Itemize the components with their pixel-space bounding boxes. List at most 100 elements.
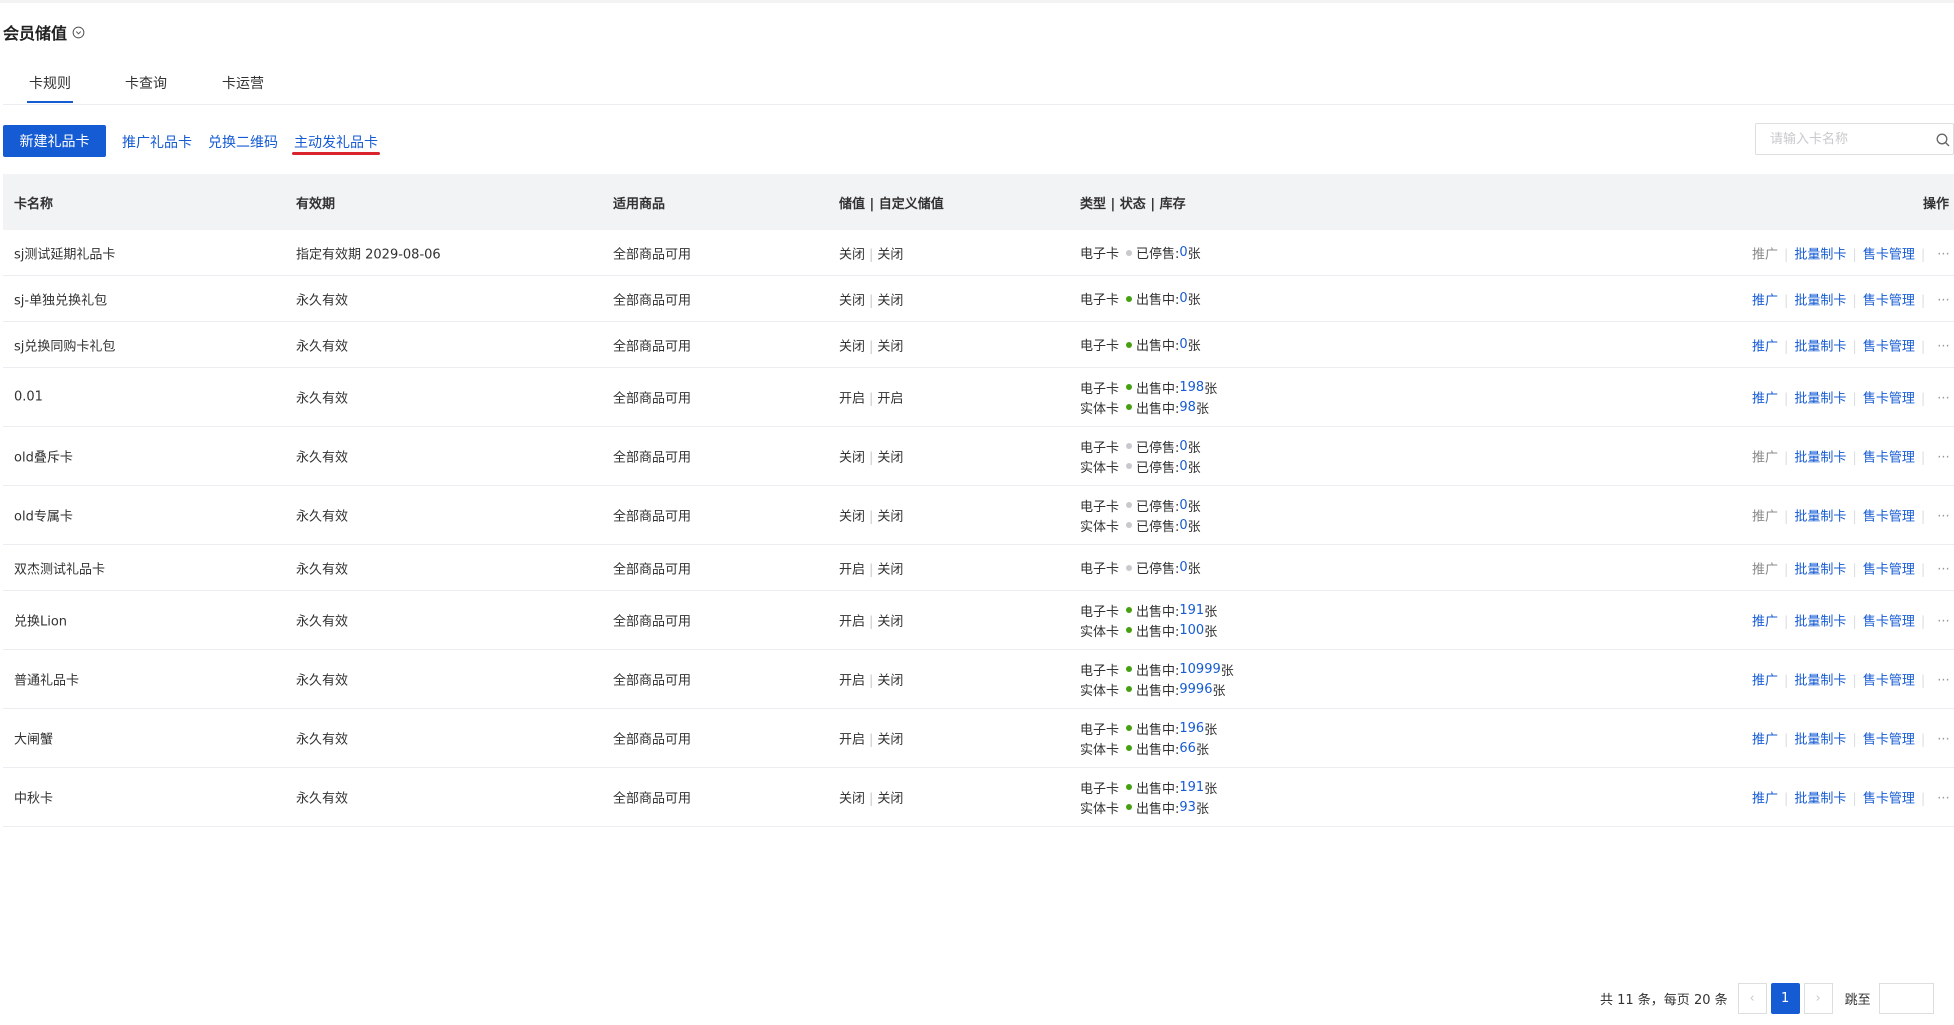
divider: | <box>1852 450 1857 466</box>
card-stock[interactable]: 98 <box>1179 400 1196 415</box>
row-actions: 推广 | 批量制卡 | 售卡管理 | ··· <box>1752 558 1950 577</box>
card-stock[interactable]: 100 <box>1179 623 1204 638</box>
more-actions-icon[interactable]: ··· <box>1937 510 1949 525</box>
card-stock-unit: 张 <box>1195 401 1209 417</box>
sale-manage-action[interactable]: 售卡管理 <box>1863 451 1915 466</box>
more-actions-icon[interactable]: ··· <box>1937 451 1949 466</box>
header-store-value: 储值 | 自定义储值 <box>839 197 944 212</box>
more-actions-icon[interactable]: ··· <box>1937 339 1949 354</box>
card-kind: 电子卡 <box>1080 339 1120 354</box>
batch-make-card-action[interactable]: 批量制卡 <box>1794 674 1846 689</box>
sale-manage-action[interactable]: 售卡管理 <box>1863 674 1915 689</box>
promote-action[interactable]: 推广 <box>1752 392 1778 407</box>
promote-action[interactable]: 推广 <box>1752 562 1778 577</box>
more-actions-icon[interactable]: ··· <box>1937 562 1949 577</box>
more-actions-icon[interactable]: ··· <box>1937 674 1949 689</box>
card-stock[interactable]: 196 <box>1179 721 1204 736</box>
promote-action[interactable]: 推广 <box>1752 733 1778 748</box>
promote-action[interactable]: 推广 <box>1752 510 1778 525</box>
prev-page-button[interactable]: ‹ <box>1737 982 1767 1014</box>
card-stock: 0 <box>1179 291 1188 306</box>
more-actions-icon[interactable]: ··· <box>1937 733 1949 748</box>
jump-page-input[interactable] <box>1878 982 1934 1014</box>
card-kind: 实体卡 <box>1080 519 1120 535</box>
more-actions-icon[interactable]: ··· <box>1937 792 1949 807</box>
card-stock: 0 <box>1179 517 1188 533</box>
promote-gift-card-link[interactable]: 推广礼品卡 <box>122 132 192 152</box>
sale-manage-action[interactable]: 售卡管理 <box>1863 792 1915 807</box>
more-actions-icon[interactable]: ··· <box>1937 615 1949 630</box>
card-stock[interactable]: 93 <box>1179 800 1196 815</box>
store-value-cell: 开启 | 关闭 <box>839 611 903 630</box>
batch-make-card-action[interactable]: 批量制卡 <box>1794 451 1846 466</box>
card-stock[interactable]: 191 <box>1179 603 1204 618</box>
card-stock[interactable]: 191 <box>1179 780 1204 795</box>
batch-make-card-action[interactable]: 批量制卡 <box>1794 733 1846 748</box>
toolbar: 新建礼品卡 推广礼品卡 兑换二维码 主动发礼品卡 <box>3 125 1954 157</box>
batch-make-card-action[interactable]: 批量制卡 <box>1794 792 1846 807</box>
redeem-qrcode-link[interactable]: 兑换二维码 <box>208 132 278 152</box>
sale-manage-action[interactable]: 售卡管理 <box>1863 339 1915 354</box>
card-goods: 全部商品可用 <box>613 450 692 466</box>
promote-action[interactable]: 推广 <box>1752 247 1778 262</box>
more-actions-icon[interactable]: ··· <box>1937 293 1949 308</box>
promote-action[interactable]: 推广 <box>1752 293 1778 308</box>
card-status: 出售中: <box>1136 401 1180 417</box>
sale-manage-action[interactable]: 售卡管理 <box>1863 562 1915 577</box>
promote-action[interactable]: 推广 <box>1752 615 1778 630</box>
card-status: 出售中: <box>1136 381 1180 397</box>
card-type-line: 实体卡 已停售: 0 张 <box>1080 515 1201 535</box>
card-validity: 指定有效期 2029-08-06 <box>296 247 441 262</box>
batch-make-card-action[interactable]: 批量制卡 <box>1794 339 1846 354</box>
sale-manage-action[interactable]: 售卡管理 <box>1863 510 1915 525</box>
batch-make-card-action[interactable]: 批量制卡 <box>1794 293 1846 308</box>
next-page-button[interactable]: › <box>1803 982 1833 1014</box>
search-icon[interactable] <box>1935 132 1951 148</box>
store-value-status: 开启 <box>839 732 866 748</box>
divider: | <box>869 247 874 262</box>
divider: | <box>869 673 874 689</box>
send-gift-card-link[interactable]: 主动发礼品卡 <box>294 132 378 152</box>
card-kind: 电子卡 <box>1080 562 1120 577</box>
card-name: sj测试延期礼品卡 <box>14 247 116 262</box>
sale-manage-action[interactable]: 售卡管理 <box>1863 247 1915 262</box>
more-actions-icon[interactable]: ··· <box>1937 247 1949 262</box>
batch-make-card-action[interactable]: 批量制卡 <box>1794 392 1846 407</box>
new-gift-card-button[interactable]: 新建礼品卡 <box>3 125 106 157</box>
type-status-stock-cell: 电子卡 出售中: 0 张 <box>1080 289 1201 309</box>
promote-action[interactable]: 推广 <box>1752 339 1778 354</box>
promote-action[interactable]: 推广 <box>1752 792 1778 807</box>
card-kind: 电子卡 <box>1080 247 1120 262</box>
more-actions-icon[interactable]: ··· <box>1937 392 1949 407</box>
promote-action[interactable]: 推广 <box>1752 674 1778 689</box>
search-input[interactable] <box>1768 130 1932 148</box>
page-number-current[interactable]: 1 <box>1770 982 1800 1014</box>
card-name: 0.01 <box>14 389 43 405</box>
row-actions: 推广 | 批量制卡 | 售卡管理 | ··· <box>1752 388 1950 407</box>
batch-make-card-action[interactable]: 批量制卡 <box>1794 562 1846 577</box>
sale-manage-action[interactable]: 售卡管理 <box>1863 392 1915 407</box>
card-name: 大闸蟹 <box>14 732 54 748</box>
store-value-cell: 开启 | 关闭 <box>839 729 903 748</box>
store-value-status: 关闭 <box>839 791 866 807</box>
promote-action[interactable]: 推广 <box>1752 451 1778 466</box>
card-stock[interactable]: 66 <box>1179 741 1196 756</box>
card-stock[interactable]: 198 <box>1179 380 1204 395</box>
sale-manage-action[interactable]: 售卡管理 <box>1863 733 1915 748</box>
sale-manage-action[interactable]: 售卡管理 <box>1863 293 1915 308</box>
card-stock[interactable]: 9996 <box>1179 682 1212 697</box>
batch-make-card-action[interactable]: 批量制卡 <box>1794 247 1846 262</box>
tab-card-query[interactable]: 卡查询 <box>125 73 167 103</box>
card-stock[interactable]: 10999 <box>1179 662 1220 677</box>
sale-manage-action[interactable]: 售卡管理 <box>1863 615 1915 630</box>
divider: | <box>1852 562 1857 577</box>
tab-card-rules[interactable]: 卡规则 <box>27 73 73 103</box>
card-type-line: 电子卡 出售中: 191 张 <box>1080 600 1217 620</box>
chevron-circle-down-icon[interactable] <box>72 26 85 39</box>
tab-card-operation[interactable]: 卡运营 <box>222 73 264 103</box>
card-status: 已停售: <box>1136 460 1180 476</box>
batch-make-card-action[interactable]: 批量制卡 <box>1794 510 1846 525</box>
card-status: 出售中: <box>1136 683 1180 699</box>
card-name: 普通礼品卡 <box>14 673 80 689</box>
batch-make-card-action[interactable]: 批量制卡 <box>1794 615 1846 630</box>
